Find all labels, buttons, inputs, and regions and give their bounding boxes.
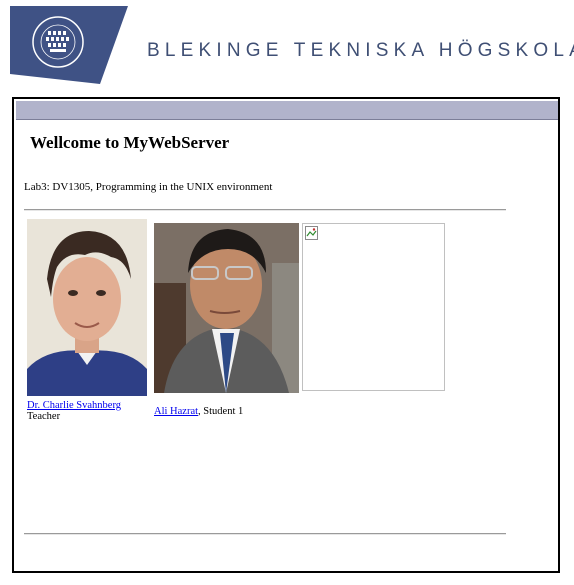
student-caption: Ali Hazrat, Student 1 <box>154 406 243 417</box>
university-name: BLEKINGE TEKNISKA HÖGSKOLA <box>147 40 574 61</box>
broken-image-icon <box>305 226 318 240</box>
page-title: Wellcome to MyWebServer <box>30 133 230 152</box>
bth-logo <box>10 6 128 84</box>
broken-image-placeholder <box>302 223 445 391</box>
student-photo <box>154 223 299 393</box>
main-frame: Wellcome to MyWebServer Lab3: DV1305, Pr… <box>12 97 560 573</box>
top-bar <box>16 101 558 120</box>
teacher-name-link[interactable]: Dr. Charlie Svahnberg <box>27 400 121 411</box>
student-name-link[interactable]: Ali Hazrat <box>154 406 198 417</box>
teacher-role: Teacher <box>27 411 61 422</box>
student-role: Student 1 <box>203 406 244 417</box>
site-header: BLEKINGE TEKNISKA HÖGSKOLA <box>0 0 574 92</box>
teacher-caption: Dr. Charlie Svahnberg Teacher <box>27 400 121 422</box>
teacher-photo <box>27 219 147 396</box>
top-divider <box>24 209 506 211</box>
bottom-divider <box>24 533 506 535</box>
page-subtitle: Lab3: DV1305, Programming in the UNIX en… <box>24 181 273 193</box>
